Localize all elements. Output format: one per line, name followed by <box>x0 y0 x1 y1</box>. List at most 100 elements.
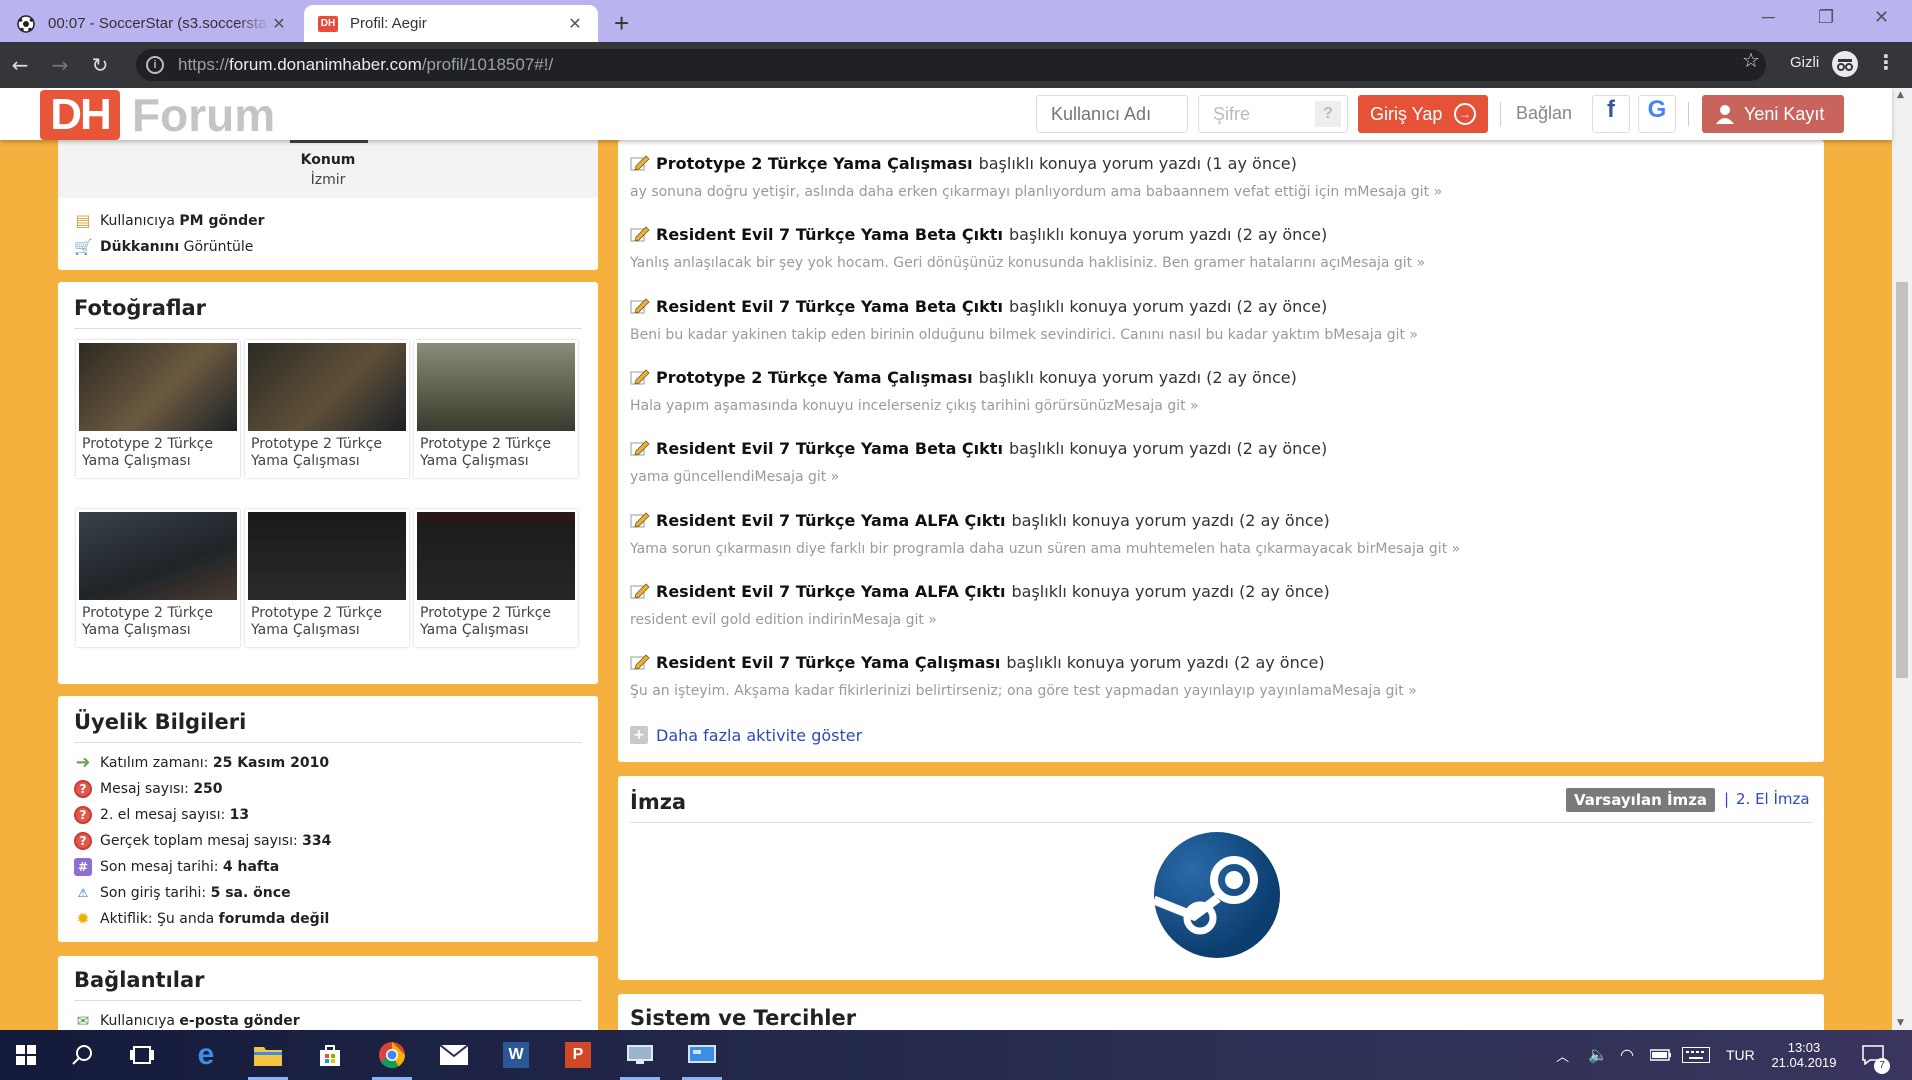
address-bar[interactable]: i https://forum.donanimhaber.com/profil/… <box>136 49 1766 81</box>
row-value: 4 hafta <box>222 859 280 875</box>
register-button[interactable]: Yeni Kayıt <box>1702 95 1844 133</box>
keyboard-icon[interactable] <box>1682 1030 1710 1080</box>
photo-caption: Prototype 2 Türkçe Yama Çalışması <box>82 436 214 469</box>
activity-snippet-link[interactable]: yama güncellendiMesaja git » <box>630 469 1790 485</box>
word-icon[interactable]: W <box>490 1030 542 1080</box>
more-activity-link[interactable]: + Daha fazla aktivite göster <box>630 722 862 748</box>
login-arrow-icon: → <box>1454 103 1476 125</box>
view-shop-link[interactable]: 🛒 Dükkanını Görüntüle <box>74 234 253 260</box>
activity-topic-link[interactable]: Resident Evil 7 Türkçe Yama ALFA Çıktı <box>656 582 1006 601</box>
activity-item: Resident Evil 7 Türkçe Yama Beta Çıktı ba… <box>630 437 1790 486</box>
activity-topic-link[interactable]: Resident Evil 7 Türkçe Yama ALFA Çıktı <box>656 511 1006 530</box>
close-tab-icon[interactable]: ✕ <box>566 14 584 34</box>
file-explorer-icon[interactable] <box>242 1030 294 1080</box>
mail-icon[interactable] <box>428 1030 480 1080</box>
photo-caption: Prototype 2 Türkçe Yama Çalışması <box>82 605 214 638</box>
task-view-icon[interactable] <box>116 1030 168 1080</box>
activity-topic-link[interactable]: Resident Evil 7 Türkçe Yama Beta Çıktı <box>656 297 1003 316</box>
activity-topic-link[interactable]: Prototype 2 Türkçe Yama Çalışması <box>656 368 973 387</box>
scroll-down-icon[interactable]: ▼ <box>1897 1018 1904 1028</box>
activity-snippet-link[interactable]: Yanlış anlaşılacak bir şey yok hocam. Ge… <box>630 255 1790 271</box>
back-icon[interactable]: ← <box>0 53 40 77</box>
pencil-note-icon <box>630 512 650 528</box>
photo-thumbnail[interactable]: Prototype 2 Türkçe Yama Çalışması <box>414 340 578 478</box>
tab-profile[interactable]: DH Profil: Aegir ✕ <box>304 5 598 42</box>
activity-action: başlıklı konuya yorum yazdı (2 ay önce) <box>1008 224 1328 244</box>
photo-thumbnail[interactable]: Prototype 2 Türkçe Yama Çalışması <box>245 509 409 647</box>
activity-title: Resident Evil 7 Türkçe Yama Çalışması baş… <box>630 651 1790 673</box>
facebook-login-icon[interactable]: f <box>1592 95 1630 133</box>
activity-topic-link[interactable]: Prototype 2 Türkçe Yama Çalışması <box>656 154 973 173</box>
forward-icon[interactable]: → <box>40 53 80 77</box>
password-field[interactable]: Şifre ? <box>1198 95 1348 133</box>
password-placeholder: Şifre <box>1213 104 1251 124</box>
login-label: Giriş Yap <box>1370 104 1443 124</box>
login-button[interactable]: Giriş Yap → <box>1358 95 1488 133</box>
photo-thumbnail[interactable]: Prototype 2 Türkçe Yama Çalışması <box>245 340 409 478</box>
notification-center-icon[interactable]: 7 <box>1862 1030 1890 1080</box>
activity-item: Prototype 2 Türkçe Yama Çalışması başlıkl… <box>630 152 1790 201</box>
restore-icon[interactable]: ❐ <box>1818 7 1834 28</box>
pm-prefix: Kullanıcıya <box>100 213 175 229</box>
minimize-icon[interactable]: ─ <box>1762 7 1775 28</box>
activity-snippet-link[interactable]: Beni bu kadar yakinen takip eden birinin… <box>630 327 1790 343</box>
clock[interactable]: 13:03 21.04.2019 <box>1766 1030 1842 1080</box>
row-label: Katılım zamanı: <box>100 755 209 771</box>
page-scrollbar[interactable]: ▲ ▼ <box>1892 88 1912 1030</box>
activity-snippet-link[interactable]: Hala yapım aşamasında konuyu incelerseni… <box>630 398 1790 414</box>
more-activity-label: Daha fazla aktivite göster <box>656 725 863 745</box>
photo-caption: Prototype 2 Türkçe Yama Çalışması <box>251 605 383 638</box>
row-label: Mesaj sayısı: <box>100 781 189 797</box>
row-value: 13 <box>229 807 250 823</box>
activity-topic-link[interactable]: Resident Evil 7 Türkçe Yama Çalışması <box>656 653 1000 672</box>
photo-thumbnail[interactable]: Prototype 2 Türkçe Yama Çalışması <box>76 509 240 647</box>
photo-thumbnail[interactable]: Prototype 2 Türkçe Yama Çalışması <box>414 509 578 647</box>
activity-topic-link[interactable]: Resident Evil 7 Türkçe Yama Beta Çıktı <box>656 225 1003 244</box>
edge-browser-icon[interactable]: e <box>180 1030 232 1080</box>
network-app-icon[interactable] <box>614 1030 666 1080</box>
activity-snippet-link[interactable]: resident evil gold edition indirinMesaja… <box>630 612 1790 628</box>
scroll-up-icon[interactable]: ▲ <box>1897 90 1904 100</box>
store-icon[interactable] <box>304 1030 356 1080</box>
secondhand-signature-tab[interactable]: 2. El İmza <box>1736 790 1810 808</box>
dh-logo[interactable]: DH <box>40 90 120 140</box>
reload-icon[interactable]: ↻ <box>80 53 120 77</box>
activity-topic-link[interactable]: Resident Evil 7 Türkçe Yama Beta Çıktı <box>656 439 1003 458</box>
language-indicator[interactable]: TUR <box>1726 1030 1755 1080</box>
activity-snippet-link[interactable]: Şu an işteyim. Akşama kadar fikirleriniz… <box>630 683 1790 699</box>
tab-soccerstar[interactable]: 00:07 - SoccerStar (s3.soccerstar.ak... … <box>2 5 302 42</box>
wifi-icon[interactable]: ◠ <box>1620 1030 1634 1080</box>
speech-bubble-icon: ▤ <box>75 211 91 230</box>
search-icon[interactable] <box>56 1030 108 1080</box>
username-input[interactable] <box>1036 95 1188 133</box>
powerpoint-icon[interactable]: P <box>552 1030 604 1080</box>
activity-snippet-link[interactable]: Yama sorun çıkarmasın diye farklı bir pr… <box>630 541 1790 557</box>
activity-snippet-link[interactable]: ay sonuna doğru yetişir, aslında daha er… <box>630 184 1790 200</box>
arrow-right-icon: ➜ <box>75 752 91 773</box>
site-info-icon[interactable]: i <box>146 56 164 74</box>
google-login-icon[interactable]: G <box>1638 95 1676 133</box>
remote-desktop-icon[interactable] <box>676 1030 728 1080</box>
bookmark-star-icon[interactable]: ☆ <box>1742 48 1760 72</box>
windows-start-icon[interactable] <box>0 1030 52 1080</box>
volume-icon[interactable]: 🔈 <box>1588 1030 1608 1080</box>
scrollbar-thumb[interactable] <box>1896 282 1908 678</box>
forgot-password-help-icon[interactable]: ? <box>1315 101 1341 127</box>
hash-icon: # <box>74 858 92 876</box>
membership-panel: Üyelik Bilgileri ➜ Katılım zamanı: 25 Kas… <box>58 696 598 942</box>
photo-thumbnail[interactable]: Prototype 2 Türkçe Yama Çalışması <box>76 340 240 478</box>
chrome-icon[interactable] <box>366 1030 418 1080</box>
header-divider <box>1500 102 1501 126</box>
forum-logo-text[interactable]: Forum <box>132 90 275 140</box>
window-close-icon[interactable]: ✕ <box>1874 7 1889 28</box>
incognito-icon[interactable] <box>1832 51 1858 77</box>
close-tab-icon[interactable]: ✕ <box>270 14 288 34</box>
show-hidden-icons-icon[interactable]: ︿ <box>1556 1030 1569 1080</box>
browser-menu-icon[interactable]: ⋮ <box>1876 50 1896 74</box>
warning-icon: ⚠ <box>77 886 89 900</box>
send-pm-link[interactable]: ▤ Kullanıcıya PM gönder <box>74 208 264 234</box>
battery-icon[interactable] <box>1650 1030 1672 1080</box>
default-signature-tab[interactable]: Varsayılan İmza <box>1566 788 1716 812</box>
new-tab-button[interactable]: + <box>614 8 629 39</box>
pencil-note-icon <box>630 226 650 242</box>
